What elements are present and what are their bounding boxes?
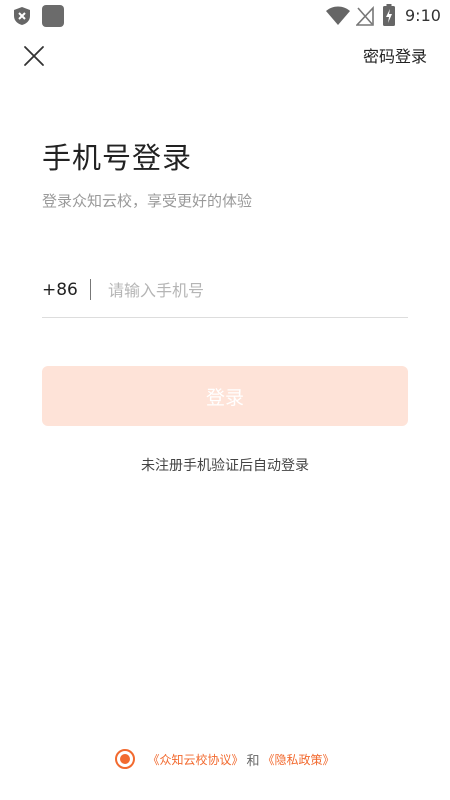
battery-charging-icon bbox=[383, 4, 395, 26]
shield-icon bbox=[14, 7, 30, 25]
agreement-row: 《众知云校协议》 和 《隐私政策》 bbox=[0, 747, 450, 771]
privacy-policy-link[interactable]: 《隐私政策》 bbox=[263, 751, 335, 768]
agreement-radio[interactable] bbox=[115, 749, 136, 769]
status-bar: 9:10 bbox=[0, 0, 450, 32]
no-signal-icon bbox=[356, 6, 374, 26]
login-button[interactable]: 登录 bbox=[42, 366, 408, 426]
page-subtitle: 登录众知云校，享受更好的体验 bbox=[42, 192, 253, 210]
agreement-and-text: 和 bbox=[246, 753, 260, 769]
country-code-selector[interactable]: +86 bbox=[42, 278, 78, 302]
app-square-icon bbox=[42, 5, 64, 27]
password-login-link[interactable]: 密码登录 bbox=[363, 46, 427, 68]
auto-register-hint: 未注册手机验证后自动登录 bbox=[141, 458, 309, 474]
phone-input[interactable] bbox=[108, 274, 398, 306]
page-title: 手机号登录 bbox=[42, 141, 193, 175]
close-icon[interactable] bbox=[22, 44, 46, 68]
wifi-icon bbox=[326, 6, 350, 25]
radio-checked-dot bbox=[120, 754, 131, 764]
service-agreement-link[interactable]: 《众知云校协议》 bbox=[147, 751, 243, 768]
phone-input-row: +86 bbox=[42, 270, 408, 318]
input-divider bbox=[90, 279, 91, 300]
status-time: 9:10 bbox=[405, 6, 441, 25]
